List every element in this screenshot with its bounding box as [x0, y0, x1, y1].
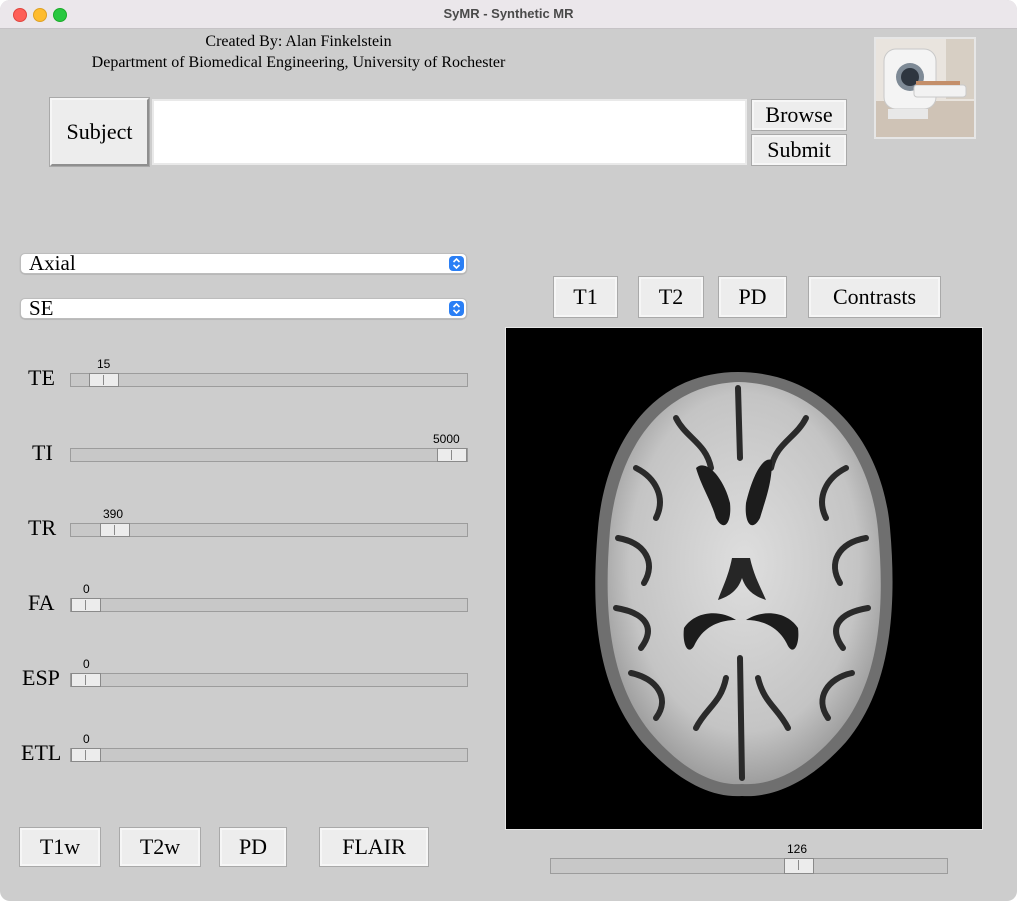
contrasts-button[interactable]: Contrasts	[808, 276, 941, 318]
esp-value: 0	[83, 657, 90, 671]
window-title: SyMR - Synthetic MR	[443, 6, 574, 21]
title-bar: SyMR - Synthetic MR	[0, 0, 1017, 29]
subject-path-input[interactable]	[152, 99, 747, 165]
sequence-select[interactable]: SE	[20, 298, 467, 319]
flair-preset-button[interactable]: FLAIR	[319, 827, 429, 867]
fa-label: FA	[28, 590, 55, 615]
slice-slider[interactable]	[550, 858, 948, 874]
esp-label: ESP	[22, 665, 60, 690]
te-value: 15	[97, 357, 111, 371]
fa-slider-handle[interactable]	[71, 598, 101, 612]
t1w-preset-button[interactable]: T1w	[19, 827, 101, 867]
fa-value: 0	[83, 582, 90, 596]
subject-button[interactable]: Subject	[49, 97, 150, 167]
up-down-chevron-icon	[449, 256, 464, 271]
etl-slider[interactable]	[70, 748, 468, 762]
ti-slider-handle[interactable]	[437, 448, 467, 462]
sequence-select-value: SE	[29, 296, 54, 320]
mri-scanner-thumbnail	[874, 37, 976, 139]
submit-button[interactable]: Submit	[751, 134, 847, 166]
t2w-preset-button[interactable]: T2w	[119, 827, 201, 867]
up-down-chevron-icon	[449, 301, 464, 316]
etl-slider-handle[interactable]	[71, 748, 101, 762]
ti-label: TI	[32, 440, 53, 465]
credit-department: Department of Biomedical Engineering, Un…	[91, 54, 506, 71]
mri-slice-viewer[interactable]	[505, 327, 983, 830]
brain-axial-slice-image	[595, 372, 893, 797]
ti-slider[interactable]	[70, 448, 468, 462]
pd-preset-button[interactable]: PD	[219, 827, 287, 867]
slice-value: 126	[787, 842, 808, 856]
te-slider-handle[interactable]	[89, 373, 119, 387]
te-slider[interactable]	[70, 373, 468, 387]
pd-map-button[interactable]: PD	[718, 276, 787, 318]
tr-slider-handle[interactable]	[100, 523, 130, 537]
app-window: SyMR - Synthetic MR Created By: Alan Fin…	[0, 0, 1017, 901]
t2-map-button[interactable]: T2	[638, 276, 704, 318]
t1-map-button[interactable]: T1	[553, 276, 618, 318]
slice-slider-handle[interactable]	[784, 858, 814, 874]
orientation-select[interactable]: Axial	[20, 253, 467, 274]
esp-slider-handle[interactable]	[71, 673, 101, 687]
credit-author: Created By: Alan Finkelstein	[205, 33, 392, 50]
tr-slider[interactable]	[70, 523, 468, 537]
browse-button[interactable]: Browse	[751, 99, 847, 131]
ti-value: 5000	[433, 432, 460, 446]
etl-label: ETL	[21, 740, 62, 765]
fa-slider[interactable]	[70, 598, 468, 612]
tr-value: 390	[103, 507, 124, 521]
tr-label: TR	[28, 515, 57, 540]
esp-slider[interactable]	[70, 673, 468, 687]
etl-value: 0	[83, 732, 90, 746]
te-label: TE	[28, 365, 55, 390]
orientation-select-value: Axial	[29, 251, 76, 275]
